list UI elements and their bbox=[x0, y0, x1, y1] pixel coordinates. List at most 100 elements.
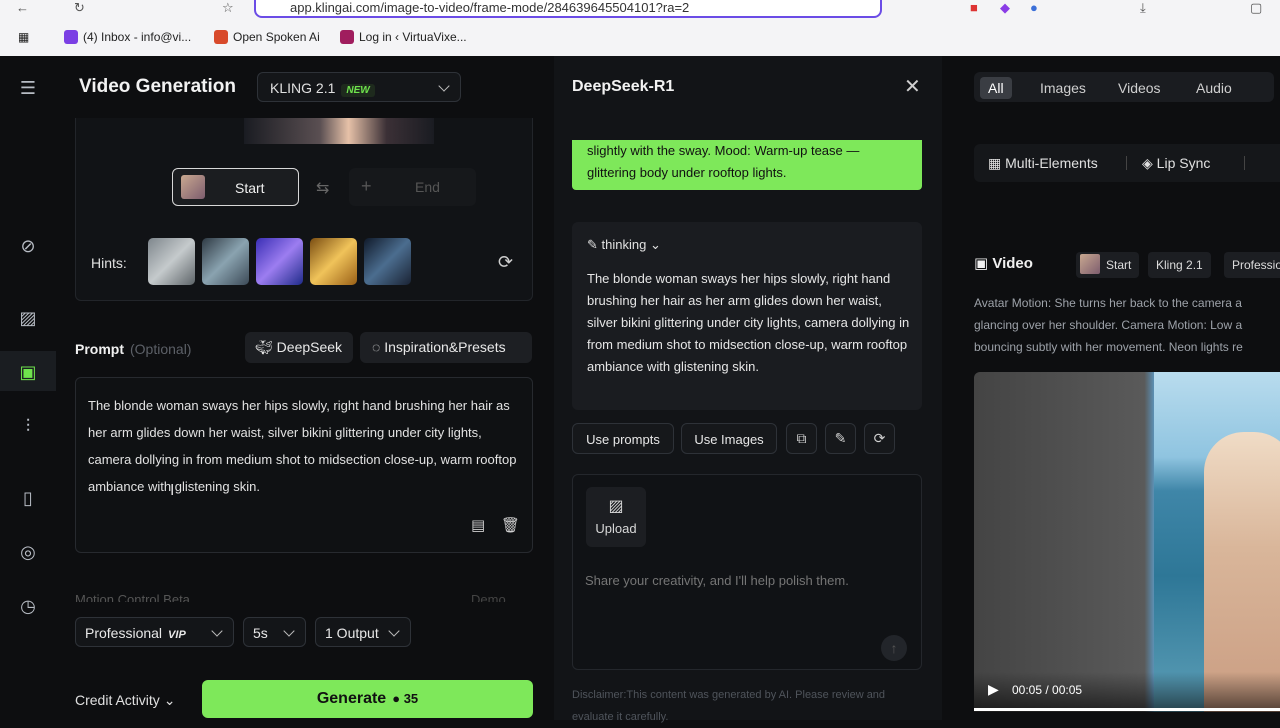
text-cursor-icon: I bbox=[170, 482, 175, 499]
mode-tag: Professio bbox=[1224, 252, 1280, 278]
prompt-textarea[interactable]: The blonde woman sways her hips slowly, … bbox=[75, 377, 533, 553]
explore-icon[interactable]: ⊘ bbox=[16, 234, 40, 258]
vip-badge: VIP bbox=[168, 629, 186, 641]
trash-icon[interactable]: 🗑︎ bbox=[501, 516, 520, 534]
hint-thumbnail[interactable] bbox=[202, 238, 249, 285]
video-time: 00:05 / 00:05 bbox=[1012, 683, 1083, 697]
bookmark-inbox[interactable]: (4) Inbox - info@vi... bbox=[64, 30, 191, 44]
menu-icon[interactable]: ☰ bbox=[16, 76, 40, 100]
thinking-toggle[interactable]: ✎ thinking ⌄ bbox=[587, 237, 661, 253]
divider bbox=[1126, 156, 1127, 170]
video-controls: ▶ 00:05 / 00:05 bbox=[974, 672, 1280, 712]
bookmark-spoken[interactable]: Open Spoken Ai bbox=[214, 30, 320, 44]
chevron-down-icon: ⌄ bbox=[163, 692, 176, 708]
assistant-response: ✎ thinking ⌄ The blonde woman sways her … bbox=[572, 222, 922, 410]
download-icon[interactable]: ⤓ bbox=[1140, 0, 1146, 16]
chevron-down-icon: ⌄ bbox=[649, 237, 661, 252]
response-text: The blonde woman sways her hips slowly, … bbox=[587, 271, 910, 374]
audio-icon[interactable]: ⫶ bbox=[16, 414, 40, 438]
kling-app: ☰ ⊘ ▨ ▣ ⫶ ▯ ◎ ◷ Video Generation KLING 2… bbox=[0, 56, 1280, 723]
play-icon[interactable]: ▶ bbox=[988, 681, 999, 698]
left-rail: ☰ ⊘ ▨ ▣ ⫶ ▯ ◎ ◷ bbox=[0, 56, 56, 720]
swap-icon[interactable]: ⇆ bbox=[316, 178, 329, 198]
deepseek-assistant-panel: DeepSeek-R1 ✕ slightly with the sway. Mo… bbox=[554, 56, 942, 723]
generation-panel: Video Generation KLING 2.1 NEW Start ⇆ + … bbox=[56, 56, 554, 720]
optional-label: (Optional) bbox=[130, 341, 192, 357]
hint-thumbnail[interactable] bbox=[148, 238, 195, 285]
regenerate-icon[interactable]: ⟳ bbox=[864, 423, 895, 454]
tools-bar: ▦ Multi-Elements ◈ Lip Sync bbox=[974, 144, 1280, 182]
bookmark-star-icon[interactable]: ☆ bbox=[222, 0, 234, 16]
tab-images[interactable]: Images bbox=[1032, 77, 1094, 99]
edit-icon[interactable]: ✎ bbox=[825, 423, 856, 454]
bulb-icon: ◌ bbox=[372, 339, 381, 355]
frame-preview bbox=[244, 118, 434, 144]
hint-thumbnail[interactable] bbox=[310, 238, 357, 285]
user-message-bubble: slightly with the sway. Mood: Warm-up te… bbox=[572, 140, 922, 190]
credit-activity-button[interactable]: Credit Activity ⌄ bbox=[75, 692, 175, 709]
frames-box: Start ⇆ + End Hints: ⟳ bbox=[75, 118, 533, 301]
video-description: Avatar Motion: She turns her back to the… bbox=[974, 296, 1243, 354]
compose-box: ▨Upload ↑ bbox=[572, 474, 922, 670]
video-player[interactable]: ▶ 00:05 / 00:05 bbox=[974, 372, 1280, 712]
refresh-hints-icon[interactable]: ⟳ bbox=[498, 252, 513, 273]
history-icon[interactable]: ◷ bbox=[16, 594, 40, 618]
copy-icon[interactable]: ⧉ bbox=[786, 423, 817, 454]
output-count-select[interactable]: 1 Output bbox=[315, 617, 411, 647]
deepseek-button[interactable]: 🐳︎ DeepSeek bbox=[245, 332, 353, 363]
tab-all[interactable]: All bbox=[980, 77, 1012, 99]
back-icon[interactable]: ← bbox=[16, 0, 29, 15]
tab-videos[interactable]: Videos bbox=[1110, 77, 1169, 99]
motion-demo-link[interactable]: Demo bbox=[471, 592, 506, 602]
generate-button[interactable]: Generate ● 35 bbox=[202, 680, 533, 718]
extension-icon[interactable]: ◆ bbox=[1000, 0, 1010, 16]
start-frame-button[interactable]: Start bbox=[172, 168, 299, 206]
profile-icon[interactable]: ▢ bbox=[1250, 0, 1262, 16]
chevron-down-icon bbox=[388, 625, 400, 637]
disclaimer-text: Disclaimer:This content was generated by… bbox=[572, 689, 886, 723]
close-icon[interactable]: ✕ bbox=[904, 74, 921, 99]
library-panel: All Images Videos Audio ▦ Multi-Elements… bbox=[942, 56, 1280, 720]
image-upload-icon: ▨ bbox=[608, 498, 624, 515]
mode-select[interactable]: Professional VIP bbox=[75, 617, 234, 647]
prompt-text[interactable]: The blonde woman sways her hips slowly, … bbox=[88, 392, 518, 500]
video-icon[interactable]: ▣ bbox=[16, 360, 40, 384]
bookmarks-bar: ▦ (4) Inbox - info@vi... Open Spoken Ai … bbox=[0, 26, 1280, 48]
assistant-input[interactable] bbox=[585, 573, 905, 588]
video-progress-bar[interactable] bbox=[974, 708, 1280, 711]
address-bar[interactable]: app.klingai.com/image-to-video/frame-mod… bbox=[254, 0, 882, 18]
model-select[interactable]: KLING 2.1 NEW bbox=[257, 72, 461, 102]
use-images-button[interactable]: Use Images bbox=[681, 423, 777, 454]
prompt-label: Prompt (Optional) bbox=[75, 341, 192, 357]
save-icon[interactable]: ▤ bbox=[471, 516, 485, 534]
plus-icon: + bbox=[361, 176, 372, 196]
chevron-down-icon bbox=[438, 80, 450, 92]
credit-icon: ● bbox=[392, 691, 401, 706]
image-icon[interactable]: ▨ bbox=[16, 306, 40, 330]
whale-icon: 🐳︎ bbox=[255, 339, 273, 355]
end-frame-button[interactable]: + End bbox=[349, 168, 476, 206]
upload-button[interactable]: ▨ Upload bbox=[586, 487, 646, 547]
hint-thumbnail[interactable] bbox=[256, 238, 303, 285]
start-tag: Start bbox=[1076, 252, 1140, 278]
lip-sync-button[interactable]: ◈ Lip Sync bbox=[1142, 155, 1210, 172]
duration-select[interactable]: 5s bbox=[243, 617, 306, 647]
mail-icon bbox=[64, 30, 78, 44]
extension-icon[interactable]: ● bbox=[1030, 0, 1038, 15]
inspiration-presets-button[interactable]: ◌ Inspiration&Presets bbox=[360, 332, 532, 363]
reload-icon[interactable]: ↻ bbox=[74, 0, 85, 16]
filter-tabs: All Images Videos Audio bbox=[974, 72, 1274, 102]
hint-thumbnail[interactable] bbox=[364, 238, 411, 285]
use-prompts-button[interactable]: Use prompts bbox=[572, 423, 674, 454]
divider bbox=[1244, 156, 1245, 170]
assets-icon[interactable]: ▯ bbox=[16, 486, 40, 510]
tab-audio[interactable]: Audio bbox=[1188, 77, 1240, 99]
extension-icon[interactable]: ■ bbox=[970, 0, 978, 15]
lips-icon: ◈ bbox=[1142, 155, 1153, 171]
bookmark-virtuavixen[interactable]: Log in ‹ VirtuaVixe... bbox=[340, 30, 467, 44]
multi-elements-button[interactable]: ▦ Multi-Elements bbox=[988, 155, 1098, 172]
eye-icon[interactable]: ◎ bbox=[16, 540, 40, 564]
send-icon[interactable]: ↑ bbox=[881, 635, 907, 661]
os-logo-icon bbox=[214, 30, 228, 44]
apps-icon[interactable]: ▦ bbox=[18, 30, 29, 44]
